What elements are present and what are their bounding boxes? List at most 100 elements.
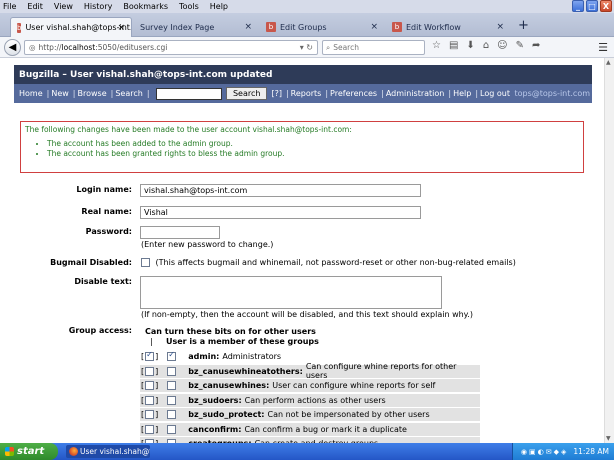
bugzilla-favicon-icon: b (266, 22, 276, 32)
url-host: localhost (61, 43, 96, 52)
new-tab-button[interactable]: + (518, 18, 529, 33)
tray-icons[interactable]: ◉▣◐✉◆◈ (521, 448, 568, 456)
chat-icon[interactable]: ☺ (497, 40, 507, 51)
maximize-button[interactable]: □ (586, 0, 598, 12)
start-label: start (17, 446, 45, 457)
clipboard-icon[interactable]: ▤ (449, 40, 458, 51)
tab-edit-groups[interactable]: b Edit Groups × (260, 17, 384, 37)
link-browse[interactable]: Browse (77, 89, 106, 98)
group-row: [] bz_sudoers: Can perform actions as othe… (140, 393, 480, 407)
start-button[interactable]: start (0, 443, 58, 460)
bugmail-note: (This affects bugmail and whinemail, not… (155, 258, 516, 267)
link-new[interactable]: New (51, 89, 68, 98)
link-administration[interactable]: Administration (386, 89, 445, 98)
tab-close-icon[interactable]: × (244, 22, 252, 32)
bugzilla-favicon-icon: b (392, 22, 402, 32)
scroll-up-icon[interactable]: ▲ (606, 59, 611, 66)
link-preferences[interactable]: Preferences (330, 89, 377, 98)
reload-icon[interactable]: ▾ ↻ (300, 43, 313, 52)
group-bless-checkbox[interactable] (145, 424, 155, 434)
link-help[interactable]: Help (453, 89, 471, 98)
close-window-button[interactable]: X (600, 0, 612, 12)
bugmail-disabled-label: Bugmail Disabled: (50, 258, 132, 267)
group-member-checkbox[interactable] (167, 350, 177, 361)
message-item: The account has been added to the admin … (47, 139, 579, 148)
logged-in-user: tops@tops-int.com (514, 89, 591, 98)
header-divider: | (150, 337, 153, 346)
group-name: admin: (188, 352, 220, 361)
group-bless-checkbox[interactable] (145, 366, 155, 376)
minimize-button[interactable]: _ (572, 0, 584, 12)
status-message: The following changes have been made to … (20, 121, 584, 173)
tab-edit-workflow[interactable]: b Edit Workflow × (386, 17, 510, 37)
menu-file[interactable]: File (3, 2, 16, 11)
group-bless-checkbox[interactable] (145, 395, 155, 405)
group-name: bz_sudo_protect: (188, 410, 265, 419)
disable-text-note: (If non-empty, then the account will be … (141, 310, 473, 319)
link-home[interactable]: Home (19, 89, 43, 98)
menu-view[interactable]: View (54, 2, 73, 11)
link-reports[interactable]: Reports (291, 89, 322, 98)
disable-text-area[interactable] (140, 276, 442, 309)
real-name-label: Real name: (81, 207, 132, 216)
menu-history[interactable]: History (84, 2, 112, 11)
message-item: The account has been granted rights to b… (47, 149, 579, 158)
group-row: [] bz_sudo_protect: Can not be impersonate… (140, 408, 480, 421)
url-bar[interactable]: ◎ http://localhost:5050/editusers.cgi ▾ … (24, 40, 318, 55)
tab-strip: b User vishal.shah@tops-int.co... × Surv… (0, 13, 614, 37)
windows-logo-icon (5, 447, 14, 456)
group-bless-header: Can turn these bits on for other users (145, 327, 316, 336)
download-icon[interactable]: ⬇ (466, 40, 474, 51)
edit-icon[interactable]: ✎ (516, 40, 524, 51)
group-bless-checkbox[interactable] (145, 381, 155, 390)
group-member-checkbox[interactable] (167, 366, 177, 376)
tab-title: User vishal.shah@tops-int.co... (25, 23, 131, 32)
home-icon[interactable]: ⌂ (483, 40, 489, 51)
tab-close-icon[interactable]: × (370, 22, 378, 32)
menu-edit[interactable]: Edit (27, 2, 43, 11)
quick-search-button[interactable]: Search (225, 87, 268, 100)
group-description: Can confirm a bug or mark it a duplicate (244, 424, 407, 434)
group-member-checkbox[interactable] (167, 395, 177, 405)
group-row: [] bz_canusewhineatothers: Can configure w… (140, 362, 480, 380)
link-logout[interactable]: Log out (480, 89, 510, 98)
login-name-label: Login name: (76, 185, 132, 194)
group-description: Can configure whine reports for other us… (305, 362, 457, 380)
group-bless-checkbox[interactable] (145, 350, 155, 361)
real-name-field[interactable]: Vishal (140, 206, 421, 219)
menu-help[interactable]: Help (210, 2, 228, 11)
menu-bookmarks[interactable]: Bookmarks (123, 2, 168, 11)
back-button[interactable]: ◀ (4, 39, 21, 56)
group-name: canconfirm: (188, 424, 242, 434)
group-bless-checkbox[interactable] (145, 410, 155, 419)
login-name-field[interactable]: vishal.shah@tops-int.com (140, 184, 421, 197)
tab-survey-index[interactable]: Survey Index Page × (134, 17, 258, 37)
password-label: Password: (85, 227, 132, 236)
quick-search-input[interactable] (155, 87, 222, 100)
menu-tools[interactable]: Tools (179, 2, 199, 11)
menu-icon[interactable]: ☰ (598, 41, 608, 54)
star-icon[interactable]: ☆ (432, 40, 441, 51)
link-search[interactable]: Search (115, 89, 142, 98)
message-intro: The following changes have been made to … (25, 125, 352, 134)
tab-close-icon[interactable]: × (117, 23, 125, 33)
tab-user-updated[interactable]: b User vishal.shah@tops-int.co... × (10, 17, 132, 37)
group-member-checkbox[interactable] (167, 424, 177, 434)
group-description: Administrators (222, 352, 282, 361)
page-scrollbar[interactable]: ▲ ▼ (604, 58, 614, 443)
share-icon[interactable]: ➦ (532, 40, 540, 51)
clock: 11:28 AM (573, 447, 609, 456)
tab-close-icon[interactable]: × (496, 22, 504, 32)
scroll-down-icon[interactable]: ▼ (606, 435, 611, 442)
taskbar-item-firefox[interactable]: User vishal.shah@to... (66, 445, 150, 458)
link-search-help[interactable]: [?] (271, 89, 282, 98)
group-name: bz_canusewhineatothers: (188, 366, 303, 376)
group-member-checkbox[interactable] (167, 381, 177, 390)
bugzilla-favicon-icon: b (17, 22, 22, 33)
search-input[interactable]: ⌕ Search (322, 40, 425, 55)
bugmail-disabled-checkbox[interactable] (141, 258, 150, 267)
search-icon: ⌕ (326, 42, 331, 52)
group-description: Can perform actions as other users (244, 395, 386, 405)
group-member-checkbox[interactable] (167, 410, 177, 419)
password-field[interactable] (140, 226, 220, 239)
